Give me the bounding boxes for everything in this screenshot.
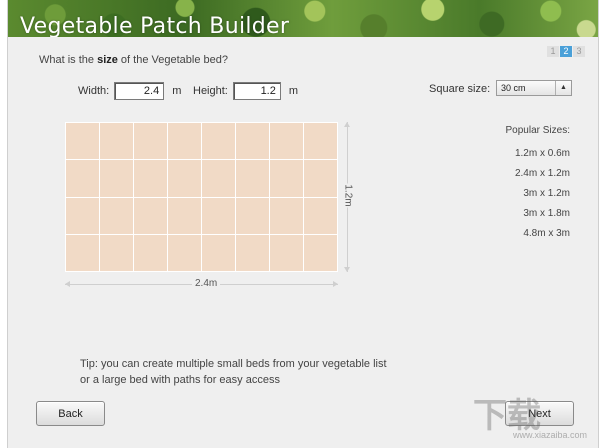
bed-square[interactable] — [202, 234, 235, 271]
bed-square[interactable] — [66, 160, 99, 197]
bed-square[interactable] — [134, 123, 167, 160]
page-question: What is the size of the Vegetable bed? — [39, 54, 228, 66]
bed-square[interactable] — [168, 197, 201, 234]
bed-square[interactable] — [304, 160, 337, 197]
bed-square[interactable] — [270, 160, 303, 197]
bed-square[interactable] — [236, 234, 269, 271]
popular-size-item[interactable]: 1.2m x 0.6m — [506, 148, 570, 159]
popular-sizes-title: Popular Sizes: — [505, 125, 570, 136]
bed-square[interactable] — [270, 234, 303, 271]
step-3[interactable]: 3 — [573, 46, 585, 57]
bed-square[interactable] — [100, 234, 133, 271]
square-size-value: 30 cm — [501, 83, 526, 93]
popular-size-item[interactable]: 2.4m x 1.2m — [506, 168, 570, 179]
width-row: Width: m — [78, 82, 181, 100]
bed-square[interactable] — [168, 123, 201, 160]
bed-square[interactable] — [304, 123, 337, 160]
question-bold: size — [97, 54, 118, 66]
height-measure-label: 1.2m — [342, 183, 354, 208]
bed-square[interactable] — [304, 234, 337, 271]
bed-square[interactable] — [236, 160, 269, 197]
width-measure-label: 2.4m — [192, 278, 221, 289]
height-input[interactable] — [232, 82, 281, 100]
width-unit: m — [172, 85, 182, 97]
bed-square[interactable] — [66, 234, 99, 271]
popular-sizes: Popular Sizes: 1.2m x 0.6m 2.4m x 1.2m 3… — [506, 125, 570, 248]
tip-line-2: or a large bed with paths for easy acces… — [80, 374, 280, 386]
bed-square[interactable] — [100, 123, 133, 160]
tip-line-1: Tip: you can create multiple small beds … — [80, 358, 387, 370]
height-label: Height: — [193, 85, 228, 97]
bed-square[interactable] — [66, 123, 99, 160]
bed-square[interactable] — [134, 160, 167, 197]
tip-text: Tip: you can create multiple small beds … — [80, 356, 387, 388]
step-indicator: 1 2 3 — [547, 46, 585, 57]
bed-square[interactable] — [202, 197, 235, 234]
bed-square[interactable] — [236, 197, 269, 234]
width-input[interactable] — [114, 82, 165, 100]
step-1[interactable]: 1 — [547, 46, 559, 57]
square-size-label: Square size: — [429, 83, 491, 95]
bed-square[interactable] — [236, 123, 269, 160]
bed-square[interactable] — [202, 123, 235, 160]
bed-square[interactable] — [202, 160, 235, 197]
popular-size-item[interactable]: 3m x 1.8m — [506, 208, 570, 219]
question-suffix: of the Vegetable bed? — [117, 54, 228, 66]
back-button[interactable]: Back — [36, 401, 105, 426]
popular-size-item[interactable]: 3m x 1.2m — [506, 188, 570, 199]
next-button[interactable]: Next — [505, 401, 574, 426]
chevron-up-icon[interactable]: ▲ — [555, 81, 571, 95]
app-title: Vegetable Patch Builder — [20, 14, 290, 37]
bed-square[interactable] — [100, 160, 133, 197]
bed-square[interactable] — [134, 234, 167, 271]
bed-square[interactable] — [168, 234, 201, 271]
header-banner: Vegetable Patch Builder — [8, 0, 598, 37]
step-2[interactable]: 2 — [560, 46, 572, 57]
bed-square[interactable] — [304, 197, 337, 234]
bed-square[interactable] — [66, 197, 99, 234]
builder-window: Vegetable Patch Builder 1 2 3 What is th… — [7, 0, 599, 448]
vegetable-bed-grid[interactable] — [65, 122, 338, 272]
bed-square[interactable] — [134, 197, 167, 234]
bed-square[interactable] — [270, 197, 303, 234]
bed-square[interactable] — [100, 197, 133, 234]
popular-size-item[interactable]: 4.8m x 3m — [506, 228, 570, 239]
square-size-select[interactable]: 30 cm ▲ — [496, 80, 572, 96]
height-row: Height: m — [193, 82, 298, 100]
screen: Vegetable Patch Builder 1 2 3 What is th… — [0, 0, 606, 448]
bed-square[interactable] — [270, 123, 303, 160]
bed-square[interactable] — [168, 160, 201, 197]
question-prefix: What is the — [39, 54, 98, 66]
height-unit: m — [288, 85, 299, 97]
width-label: Width: — [78, 85, 110, 97]
